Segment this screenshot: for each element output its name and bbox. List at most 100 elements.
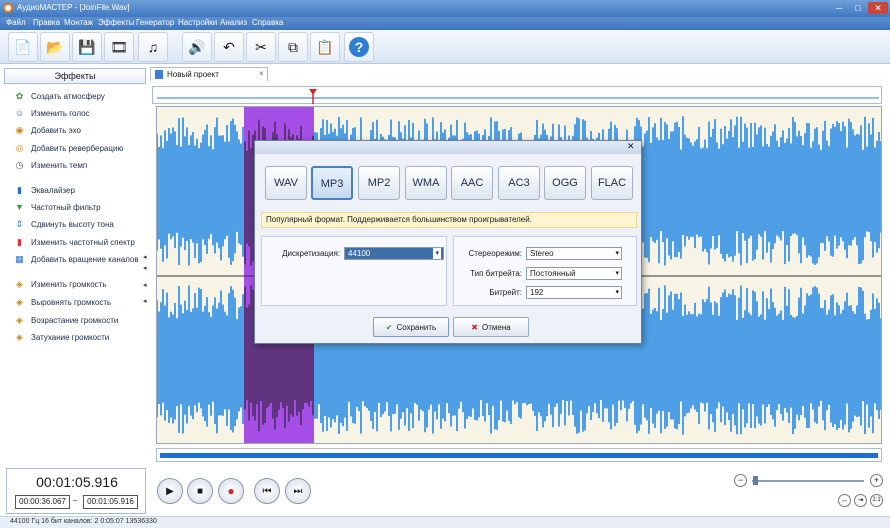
save-icon[interactable]: 💾 <box>72 32 102 62</box>
horizontal-scrollbar[interactable] <box>156 448 882 462</box>
time-separator: – <box>73 496 78 505</box>
rotation-icon: ▦ <box>15 254 24 264</box>
collapse-arrow-icon[interactable]: ◂ <box>143 253 147 261</box>
forward-icon: ⏭ <box>293 485 303 497</box>
effect-echo[interactable]: ◉ Добавить эхо <box>14 125 81 136</box>
stereo-value: Stereo <box>530 249 554 258</box>
zoom-out-button[interactable]: − <box>734 474 747 487</box>
stop-button[interactable]: ■ <box>187 478 213 504</box>
record-button[interactable]: ● <box>218 478 244 504</box>
format-mp3-button[interactable]: MP3 <box>311 166 353 200</box>
collapse-arrow-icon[interactable]: ◂ <box>143 297 147 305</box>
effect-label: Сдвинуть высоту тона <box>31 220 114 229</box>
time-display: 00:01:05.916 00:00:36.067 – 00:01:05.916 <box>6 468 146 514</box>
fit-width-icon[interactable]: ↔ <box>838 494 851 507</box>
save-button[interactable]: ✔ Сохранить <box>373 317 449 337</box>
effect-frequency-filter[interactable]: ▼ Частотный фильтр <box>14 202 101 213</box>
zoom-1to1-button[interactable]: 1:1 <box>870 494 883 507</box>
play-effect-icon[interactable]: 🔊 <box>182 32 212 62</box>
current-time: 00:01:05.916 <box>36 474 118 490</box>
effect-normalize-volume[interactable]: ◈ Выровнять громкость <box>14 297 111 308</box>
help-icon[interactable]: ? <box>344 32 374 62</box>
format-mp2-button[interactable]: MP2 <box>358 166 400 200</box>
effect-fade-out[interactable]: ◈ Затухание громкости <box>14 332 109 343</box>
effect-channel-rotation[interactable]: ▦ Добавить вращение каналов <box>14 254 138 265</box>
effect-pitch-shift[interactable]: ⇕ Сдвинуть высоту тона <box>14 219 114 230</box>
effect-atmosphere[interactable]: ✿ Создать атмосферу <box>14 91 105 102</box>
rewind-button[interactable]: ⏮ <box>254 478 280 504</box>
effect-reverb[interactable]: ◎ Добавить реверберацию <box>14 143 124 154</box>
bitrate-value: 192 <box>530 288 544 297</box>
format-ac3-button[interactable]: AC3 <box>498 166 540 200</box>
zoom-slider-thumb[interactable] <box>753 476 758 485</box>
volume-icon: ◈ <box>16 279 23 289</box>
play-icon: ▶ <box>166 485 174 497</box>
effect-change-voice[interactable]: ☺ Изменить голос <box>14 108 90 119</box>
cancel-button[interactable]: ✖ Отмена <box>453 317 529 337</box>
tab-label: Новый проект <box>167 70 219 79</box>
paste-icon[interactable]: 📋 <box>310 32 340 62</box>
checkmark-icon: ✔ <box>385 322 393 332</box>
bitrate-group: Стереорежим: Stereo ▾ Тип битрейта: Посто… <box>453 236 637 306</box>
dialog-close-icon[interactable]: ✕ <box>627 141 635 152</box>
menu-generator[interactable]: Генератор <box>136 18 174 27</box>
format-wav-button[interactable]: WAV <box>265 166 307 200</box>
bitrate-type-select[interactable]: Постоянный ▾ <box>526 267 622 280</box>
rewind-icon: ⏮ <box>262 485 272 497</box>
menu-file[interactable]: Файл <box>6 18 26 27</box>
effect-change-volume[interactable]: ◈ Изменить громкость <box>14 279 106 290</box>
bitrate-select[interactable]: 192 ▾ <box>526 286 622 299</box>
status-text: 44100 Гц 16 бит каналов: 2 0:05:07 13536… <box>10 518 157 525</box>
menu-montage[interactable]: Монтаж <box>64 18 93 27</box>
effect-equalizer[interactable]: ▮ Эквалайзер <box>14 185 75 196</box>
collapse-arrow-icon[interactable]: ◂ <box>143 281 147 289</box>
stop-icon: ■ <box>196 485 204 497</box>
effect-label: Изменить голос <box>31 109 90 118</box>
bitrate-type-label: Тип битрейта: <box>470 269 522 278</box>
bitrate-type-value: Постоянный <box>530 269 576 278</box>
menu-edit[interactable]: Правка <box>33 18 60 27</box>
menu-effects[interactable]: Эффекты <box>98 18 134 27</box>
collapse-arrow-icon[interactable]: ◂ <box>143 264 147 272</box>
effect-fade-in[interactable]: ◈ Возрастание громкости <box>14 315 118 326</box>
fit-selection-icon[interactable]: ⇥ <box>854 494 867 507</box>
timeline-ruler[interactable] <box>152 86 882 104</box>
menu-settings[interactable]: Настройки <box>178 18 217 27</box>
undo-icon[interactable]: ↶ <box>214 32 244 62</box>
close-button[interactable]: ✕ <box>868 2 888 14</box>
menu-analysis[interactable]: Анализ <box>220 18 247 27</box>
selection-start-field[interactable]: 00:00:36.067 <box>15 495 70 509</box>
sample-rate-select[interactable]: 44100 ▾ <box>344 247 444 260</box>
add-video-icon[interactable]: 🎞 <box>104 32 134 62</box>
effect-tempo[interactable]: ◷ Изменить темп <box>14 160 88 171</box>
minimize-button[interactable]: ─ <box>830 2 848 14</box>
menu-help[interactable]: Справка <box>252 18 283 27</box>
format-aac-button[interactable]: AAC <box>451 166 493 200</box>
copy-icon[interactable]: ⧉ <box>278 32 308 62</box>
equalizer-icon: ▮ <box>17 185 22 195</box>
format-wma-button[interactable]: WMA <box>405 166 447 200</box>
format-flac-button[interactable]: FLAC <box>591 166 633 200</box>
status-bar: 44100 Гц 16 бит каналов: 2 0:05:07 13536… <box>0 516 890 528</box>
play-button[interactable]: ▶ <box>157 478 183 504</box>
stereo-select[interactable]: Stereo ▾ <box>526 247 622 260</box>
zoom-in-button[interactable]: + <box>870 474 883 487</box>
new-file-icon[interactable]: 📄 <box>8 32 38 62</box>
maximize-button[interactable]: □ <box>849 2 867 14</box>
zoom-slider[interactable] <box>752 480 864 482</box>
scrollbar-thumb[interactable] <box>160 453 878 458</box>
save-label: Сохранить <box>396 322 437 332</box>
format-info: Популярный формат. Поддерживается больши… <box>261 212 637 228</box>
tab-new-project[interactable]: Новый проект × <box>150 67 268 81</box>
effect-frequency-spectrum[interactable]: ▮ Изменить частотный спектр <box>14 237 135 248</box>
tab-close-icon[interactable]: × <box>259 69 264 78</box>
record-icon[interactable]: ♫ <box>138 32 168 62</box>
format-ogg-button[interactable]: OGG <box>544 166 586 200</box>
sample-rate-label: Дискретизация: <box>282 249 340 258</box>
cut-icon[interactable]: ✂ <box>246 32 276 62</box>
app-icon <box>3 3 13 13</box>
effect-label: Частотный фильтр <box>31 203 101 212</box>
forward-button[interactable]: ⏭ <box>285 478 311 504</box>
selection-end-field[interactable]: 00:01:05.916 <box>83 495 138 509</box>
open-folder-icon[interactable]: 📂 <box>40 32 70 62</box>
